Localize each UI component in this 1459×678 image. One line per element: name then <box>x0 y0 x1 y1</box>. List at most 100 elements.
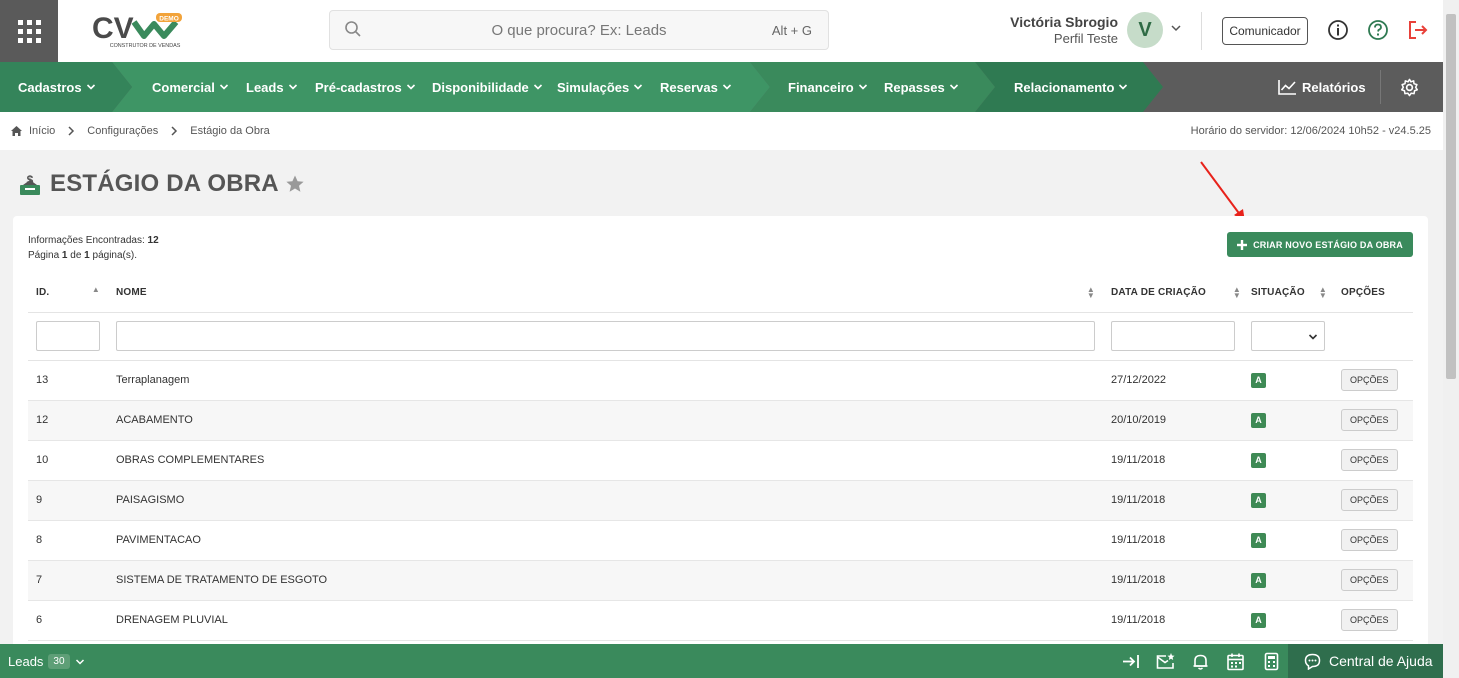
breadcrumb-settings[interactable]: Configurações <box>87 125 158 137</box>
help-icon[interactable] <box>1367 19 1389 41</box>
nav-item-relacionamento[interactable]: Relacionamento <box>1014 62 1128 112</box>
filter-row <box>28 312 1413 361</box>
info-icon[interactable] <box>1327 19 1349 41</box>
options-button[interactable]: OPÇÕES <box>1341 449 1398 471</box>
chat-icon <box>1304 653 1321 670</box>
communicator-button[interactable]: Comunicador <box>1222 17 1308 45</box>
page-suffix: página(s). <box>92 250 137 261</box>
svg-text:$: $ <box>27 173 34 187</box>
filter-id-input[interactable] <box>36 321 100 351</box>
options-button[interactable]: OPÇÕES <box>1341 369 1398 391</box>
options-button[interactable]: OPÇÕES <box>1341 609 1398 631</box>
page-total: 1 <box>84 250 90 261</box>
nav-item-leads[interactable]: Leads <box>246 62 298 112</box>
cell-date: 19/11/2018 <box>1103 560 1243 601</box>
column-header-id[interactable]: ID. ▲ <box>28 274 108 313</box>
divider <box>1380 70 1381 104</box>
search-bar[interactable]: O que procura? Ex: Leads Alt + G <box>329 10 829 50</box>
main-nav: Cadastros Comercial Leads Pré-cadastros … <box>0 62 1443 112</box>
chevron-down-icon <box>858 84 867 90</box>
status-badge: A <box>1251 452 1266 468</box>
cell-name: Terraplanagem <box>108 360 1103 401</box>
options-button[interactable]: OPÇÕES <box>1341 569 1398 591</box>
apps-grid-icon <box>17 19 41 43</box>
cell-id: 6 <box>28 600 108 641</box>
chevron-down-icon <box>1308 334 1318 340</box>
cell-name: DRENAGEM PLUVIAL <box>108 600 1103 641</box>
chevron-down-icon[interactable] <box>1170 22 1182 34</box>
cell-name: PAISAGISMO <box>108 480 1103 521</box>
search-placeholder: O que procura? Ex: Leads <box>491 21 667 39</box>
nav-item-relatorios[interactable]: Relatórios <box>1278 62 1366 112</box>
cell-id: 12 <box>28 400 108 441</box>
page-title-icon: $ <box>20 173 40 195</box>
filter-status-select[interactable] <box>1251 321 1325 351</box>
nav-label: Comercial <box>152 79 215 95</box>
options-button[interactable]: OPÇÕES <box>1341 529 1398 551</box>
user-info[interactable]: Victória Sbrogio Perfil Teste <box>990 14 1118 46</box>
nav-item-pre-cadastros[interactable]: Pré-cadastros <box>315 62 416 112</box>
star-icon[interactable] <box>285 174 305 194</box>
nav-item-reservas[interactable]: Reservas <box>660 62 732 112</box>
sort-icon: ▲ ▼ <box>1232 285 1241 300</box>
content-card: Informações Encontradas: 12 Página 1 de … <box>13 216 1428 656</box>
cell-date: 27/12/2022 <box>1103 360 1243 401</box>
create-stage-label: CRIAR NOVO ESTÁGIO DA OBRA <box>1253 239 1403 250</box>
nav-item-financeiro[interactable]: Financeiro <box>788 62 868 112</box>
create-stage-button[interactable]: CRIAR NOVO ESTÁGIO DA OBRA <box>1227 232 1413 257</box>
chevron-down-icon <box>533 84 542 90</box>
footer-leads[interactable]: Leads 30 <box>8 654 85 669</box>
breadcrumb-home[interactable]: Início <box>29 125 55 137</box>
breadcrumb-current: Estágio da Obra <box>190 125 270 137</box>
nav-label: Repasses <box>884 79 945 95</box>
gear-icon[interactable] <box>1400 78 1419 97</box>
options-button[interactable]: OPÇÕES <box>1341 409 1398 431</box>
column-header-name[interactable]: NOME ▲ ▼ <box>108 274 1103 313</box>
column-header-date[interactable]: DATA DE CRIAÇÃO ▲ ▼ <box>1103 274 1243 313</box>
status-badge: A <box>1251 612 1266 628</box>
cell-date: 19/11/2018 <box>1103 600 1243 641</box>
footer-leads-count: 30 <box>48 654 70 669</box>
logout-icon[interactable] <box>1407 19 1429 41</box>
nav-item-cadastros[interactable]: Cadastros <box>18 62 96 112</box>
status-badge: A <box>1251 572 1266 588</box>
filter-date-input[interactable] <box>1111 321 1235 351</box>
options-button[interactable]: OPÇÕES <box>1341 489 1398 511</box>
nav-item-disponibilidade[interactable]: Disponibilidade <box>432 62 543 112</box>
help-center-button[interactable]: Central de Ajuda <box>1288 644 1443 678</box>
status-badge: A <box>1251 532 1266 548</box>
cell-id: 8 <box>28 520 108 561</box>
page-title: ESTÁGIO DA OBRA <box>50 170 279 197</box>
nav-item-comercial[interactable]: Comercial <box>152 62 229 112</box>
filter-name-input[interactable] <box>116 321 1095 351</box>
results-found-label: Informações Encontradas: <box>28 235 145 246</box>
chevron-down-icon <box>634 84 643 90</box>
nav-item-simulacoes[interactable]: Simulações <box>557 62 643 112</box>
page-scrollbar[interactable] <box>1443 0 1459 678</box>
login-icon[interactable] <box>1122 652 1141 671</box>
footer-leads-label: Leads <box>8 654 44 669</box>
chevron-down-icon <box>406 84 415 90</box>
chevron-down-icon <box>86 84 95 90</box>
mail-star-icon[interactable] <box>1156 652 1175 671</box>
user-profile: Perfil Teste <box>1053 31 1118 46</box>
table-row: 12 ACABAMENTO 20/10/2019 A OPÇÕES <box>28 400 1413 441</box>
footer-bar: Leads 30 Central de Ajuda <box>0 644 1443 678</box>
calculator-icon[interactable] <box>1262 652 1281 671</box>
logo[interactable]: CV DEMO CONSTRUTOR DE VENDAS <box>90 10 185 50</box>
chevron-down-icon <box>1119 84 1128 90</box>
table-row: 9 PAISAGISMO 19/11/2018 A OPÇÕES <box>28 480 1413 521</box>
avatar[interactable]: V <box>1127 12 1163 48</box>
scrollbar-thumb[interactable] <box>1446 14 1456 379</box>
nav-label: Cadastros <box>18 79 82 95</box>
table-row: 10 OBRAS COMPLEMENTARES 19/11/2018 A OPÇ… <box>28 440 1413 481</box>
nav-item-repasses[interactable]: Repasses <box>884 62 959 112</box>
status-badge: A <box>1251 412 1266 428</box>
column-header-status[interactable]: SITUAÇÃO ▲ ▼ <box>1243 274 1333 313</box>
cell-name: PAVIMENTACAO <box>108 520 1103 561</box>
logo-badge: DEMO <box>159 16 179 23</box>
calendar-icon[interactable] <box>1226 652 1245 671</box>
chevron-down-icon <box>75 658 84 665</box>
bell-icon[interactable] <box>1191 652 1210 671</box>
apps-menu-button[interactable] <box>0 0 58 62</box>
